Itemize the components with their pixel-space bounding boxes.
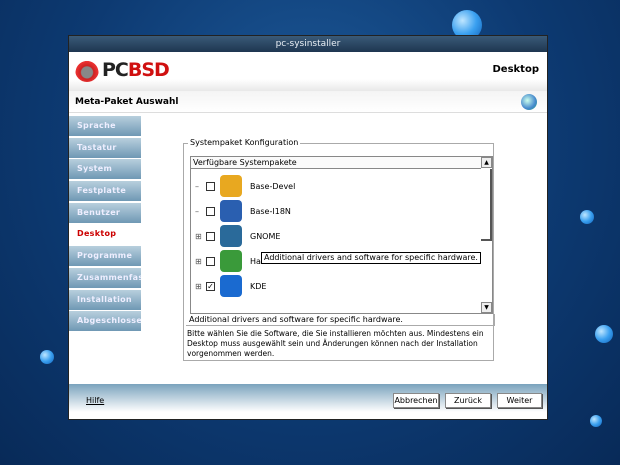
- package-globe-icon: [521, 94, 537, 110]
- package-label: KDE: [250, 281, 267, 291]
- package-row[interactable]: ⊞ ✓ KDE: [195, 275, 266, 297]
- pcbsd-logo: PCBSD: [75, 58, 170, 82]
- subtitle: Meta-Paket Auswahl: [75, 97, 179, 107]
- package-icon: [220, 200, 242, 222]
- package-label: GNOME: [250, 231, 281, 241]
- scroll-up-button[interactable]: ▲: [481, 157, 492, 168]
- package-icon: [220, 275, 242, 297]
- expand-icon[interactable]: ⊞: [195, 282, 203, 291]
- tooltip: Additional drivers and software for spec…: [261, 252, 481, 264]
- description-field: Additional drivers and software for spec…: [186, 314, 495, 326]
- sidebar-item-programme[interactable]: Programme: [69, 246, 141, 267]
- expand-icon[interactable]: ⊞: [195, 232, 203, 241]
- button-bar: Hilfe Abbrechen Zurück Weiter: [69, 384, 547, 412]
- next-button[interactable]: Weiter: [497, 393, 542, 408]
- group-label: Systempaket Konfiguration: [188, 138, 301, 147]
- sidebar-item-desktop[interactable]: Desktop: [69, 224, 141, 245]
- background-bubble: [40, 350, 54, 364]
- sidebar-item-installation[interactable]: Installation: [69, 289, 141, 310]
- cancel-button[interactable]: Abbrechen: [393, 393, 439, 408]
- package-row[interactable]: – Base-I18N: [195, 200, 291, 222]
- sidebar-item-abgeschlosse[interactable]: Abgeschlosse: [69, 311, 141, 332]
- expand-icon[interactable]: ⊞: [195, 257, 203, 266]
- sidebar-item-benutzer[interactable]: Benutzer: [69, 202, 141, 223]
- help-button[interactable]: Hilfe: [86, 396, 104, 405]
- sidebar-item-system[interactable]: System: [69, 159, 141, 180]
- header: PCBSD Desktop: [69, 52, 547, 91]
- package-icon: [220, 250, 242, 272]
- sidebar-item-sprache[interactable]: Sprache: [69, 116, 141, 136]
- package-icon: [220, 225, 242, 247]
- package-checkbox[interactable]: [206, 231, 215, 241]
- background-bubble: [580, 210, 594, 224]
- package-row[interactable]: – Base-Devel: [195, 175, 295, 197]
- flame-icon: [75, 58, 99, 82]
- sidebar-item-tastatur[interactable]: Tastatur: [69, 137, 141, 158]
- package-tree[interactable]: Verfügbare Systempakete ▲ ▼ – Base-Devel –…: [190, 156, 493, 314]
- package-label: Base-I18N: [250, 206, 291, 216]
- package-checkbox[interactable]: [206, 206, 215, 216]
- package-label: Base-Devel: [250, 181, 296, 191]
- package-row[interactable]: ⊞ GNOME: [195, 225, 280, 247]
- sidebar: Sprache Tastatur System Festplatte Benutzer D…: [69, 116, 141, 384]
- scroll-down-button[interactable]: ▼: [481, 302, 492, 313]
- main-panel: Systempaket Konfiguration Verfügbare Sys…: [141, 116, 541, 384]
- scroll-thumb[interactable]: [481, 169, 492, 241]
- tree-line: –: [195, 206, 199, 216]
- scrollbar[interactable]: ▲ ▼: [481, 157, 492, 313]
- sidebar-item-festplatte[interactable]: Festplatte: [69, 181, 141, 202]
- list-header: Verfügbare Systempakete: [191, 157, 482, 169]
- package-checkbox[interactable]: [206, 256, 215, 266]
- subtitle-bar: Meta-Paket Auswahl: [69, 91, 547, 113]
- sidebar-item-zusammenfas[interactable]: Zusammenfas: [69, 267, 141, 288]
- tree-line: –: [195, 181, 199, 191]
- package-checkbox[interactable]: [206, 181, 215, 191]
- package-icon: [220, 175, 242, 197]
- window-title: pc-sysinstaller: [69, 36, 547, 52]
- systempaket-group: Systempaket Konfiguration Verfügbare Sys…: [183, 138, 495, 361]
- background-bubble: [590, 415, 602, 427]
- page-title: Desktop: [492, 64, 540, 75]
- background-bubble: [595, 325, 613, 343]
- installer-window: pc-sysinstaller PCBSD Desktop Meta-Paket…: [68, 35, 548, 420]
- back-button[interactable]: Zurück: [445, 393, 491, 408]
- help-text: Bitte wählen Sie die Software, die Sie i…: [187, 329, 484, 358]
- package-checkbox[interactable]: ✓: [206, 281, 215, 291]
